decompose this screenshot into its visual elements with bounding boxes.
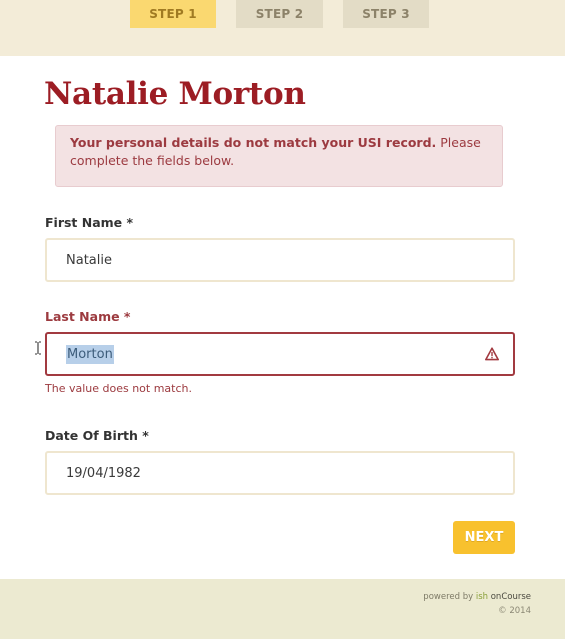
first-name-label: First Name * — [45, 215, 134, 230]
powered-by-text[interactable]: powered by ish onCourse — [423, 592, 531, 602]
dob-field-wrapper — [45, 451, 515, 495]
first-name-input[interactable] — [47, 240, 513, 280]
last-name-label: Last Name * — [45, 309, 131, 324]
header-band: STEP 1 STEP 2 STEP 3 — [0, 0, 565, 56]
step-2-tab[interactable]: STEP 2 — [236, 0, 323, 28]
dob-input[interactable] — [47, 453, 513, 493]
next-button[interactable]: NEXT — [453, 521, 515, 554]
warning-triangle-icon — [485, 347, 499, 361]
copyright: © 2014 — [498, 606, 531, 616]
step-3-tab[interactable]: STEP 3 — [343, 0, 429, 28]
mismatch-alert: Your personal details do not match your … — [55, 125, 503, 187]
step-2-label: STEP 2 — [255, 7, 304, 21]
footer: powered by ish onCourse © 2014 — [0, 579, 565, 639]
step-3-label: STEP 3 — [362, 7, 410, 21]
last-name-input[interactable] — [47, 334, 513, 374]
powered-prefix: powered by — [423, 592, 476, 602]
last-name-field-wrapper: Morton — [45, 332, 515, 376]
last-name-error: The value does not match. — [45, 382, 193, 395]
step-1-label: STEP 1 — [149, 7, 197, 21]
text-cursor-icon — [35, 341, 41, 355]
page-title: Natalie Morton — [44, 76, 306, 112]
brand-ish: ish — [475, 592, 489, 602]
first-name-field-wrapper — [45, 238, 515, 282]
step-1-tab[interactable]: STEP 1 — [130, 0, 216, 28]
brand-oncourse: onCourse — [488, 592, 531, 602]
dob-label: Date Of Birth * — [45, 428, 149, 443]
alert-bold-text: Your personal details do not match your … — [70, 135, 437, 150]
